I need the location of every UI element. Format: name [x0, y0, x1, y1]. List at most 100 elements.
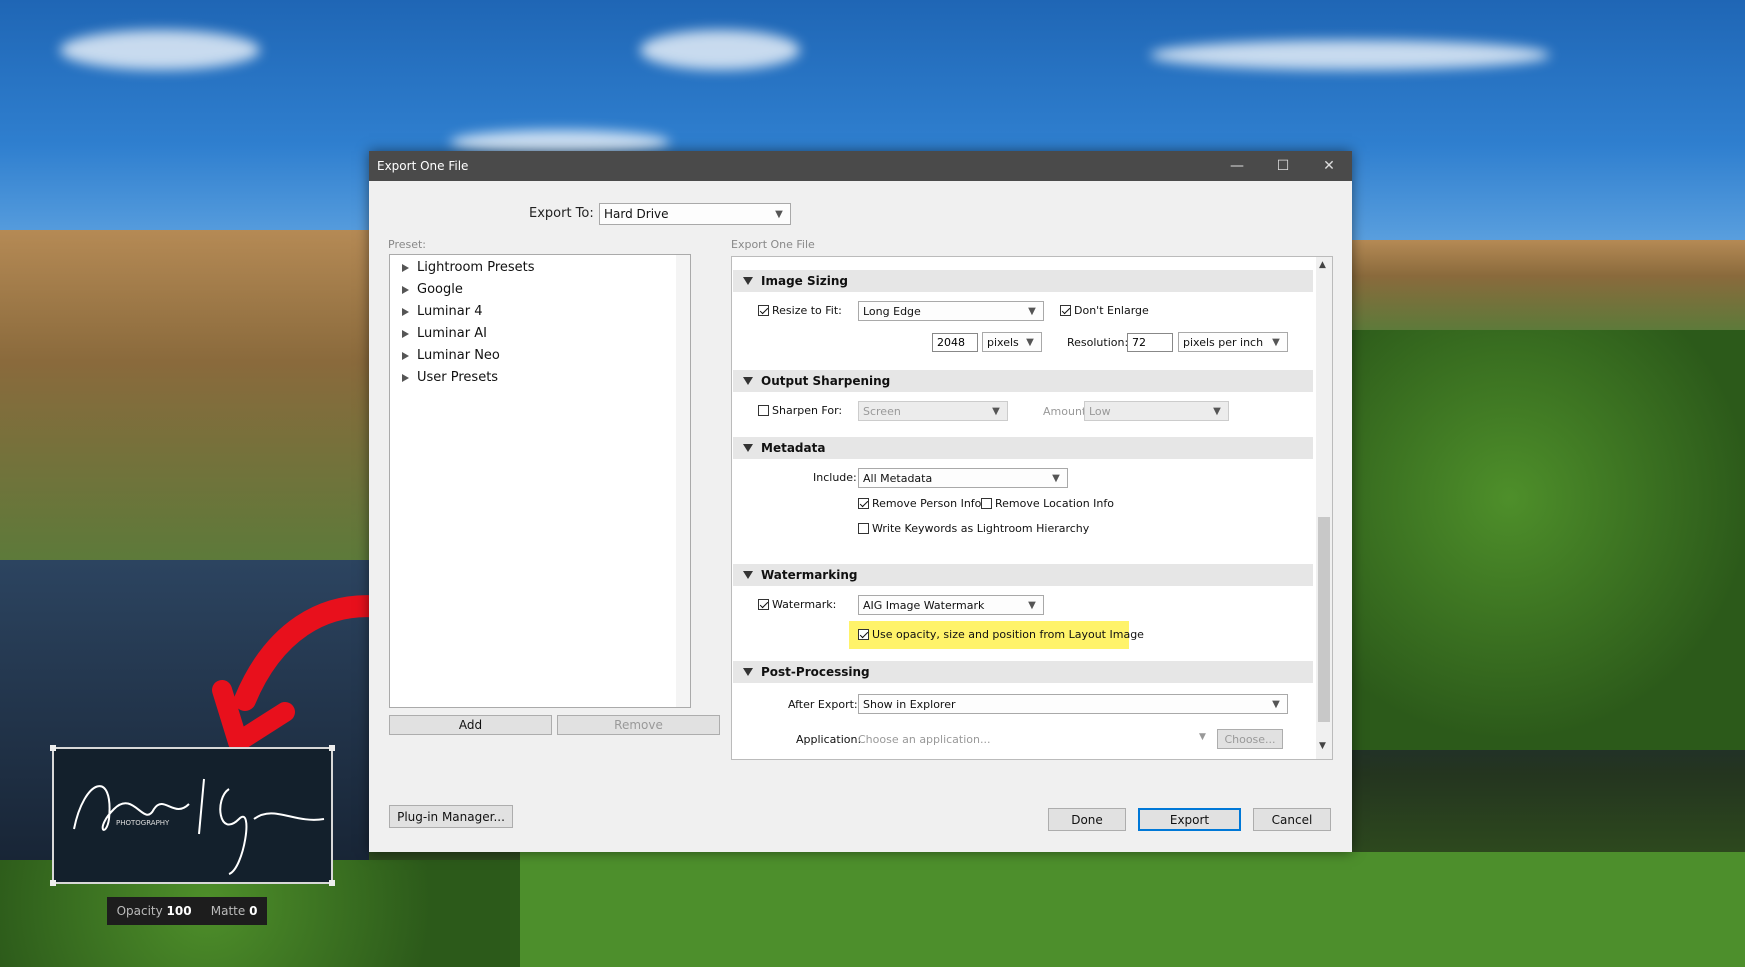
select-value: Low [1089, 404, 1111, 418]
settings-scrollbar[interactable]: ▲ ▼ [1316, 257, 1332, 759]
opacity-matte-bar: Opacity 100 Matte 0 [107, 897, 267, 925]
collapse-icon [743, 277, 753, 285]
checkbox-box [1060, 305, 1071, 316]
chevron-down-icon: ▼ [1272, 698, 1280, 710]
section-title: Post-Processing [761, 665, 870, 679]
scroll-down-icon[interactable]: ▼ [1319, 741, 1326, 751]
scroll-thumb[interactable] [1318, 517, 1330, 722]
done-button[interactable]: Done [1048, 808, 1126, 831]
add-preset-button[interactable]: Add [389, 715, 552, 735]
checkbox-label: Sharpen For: [772, 404, 843, 417]
checkbox-box [758, 599, 769, 610]
checkbox-box [758, 305, 769, 316]
include-label: Include: [813, 471, 857, 484]
preset-item[interactable]: Luminar Neo [402, 348, 500, 363]
use-layout-image-checkbox[interactable]: Use opacity, size and position from Layo… [858, 628, 1144, 641]
section-title: Metadata [761, 441, 826, 455]
select-value: Screen [863, 404, 901, 418]
preset-label: Luminar Neo [417, 348, 500, 363]
application-placeholder[interactable]: Choose an application... [858, 733, 990, 746]
remove-location-info-checkbox[interactable]: Remove Location Info [981, 497, 1114, 510]
section-output-sharpening[interactable]: Output Sharpening [733, 370, 1313, 392]
export-to-label: Export To: [529, 206, 594, 221]
panel-label: Export One File [731, 238, 815, 251]
export-to-value: Hard Drive [604, 207, 669, 221]
cancel-button[interactable]: Cancel [1253, 808, 1331, 831]
watermark-select[interactable]: AIG Image Watermark ▼ [858, 595, 1044, 615]
export-button[interactable]: Export [1138, 808, 1241, 831]
chevron-down-icon: ▼ [1028, 305, 1036, 317]
expand-icon [402, 373, 409, 382]
choose-application-button[interactable]: Choose... [1217, 729, 1283, 749]
opacity-readout: Opacity 100 [116, 904, 192, 918]
checkbox-box [758, 405, 769, 416]
resolution-unit-select[interactable]: pixels per inch ▼ [1178, 332, 1288, 352]
section-image-sizing[interactable]: Image Sizing [733, 270, 1313, 292]
section-metadata[interactable]: Metadata [733, 437, 1313, 459]
checkbox-label: Don't Enlarge [1074, 304, 1149, 317]
scroll-up-icon[interactable]: ▲ [1319, 260, 1326, 270]
section-watermarking[interactable]: Watermarking [733, 564, 1313, 586]
preset-label: Luminar AI [417, 326, 487, 341]
collapse-icon [743, 377, 753, 385]
resolution-label: Resolution: [1067, 336, 1129, 349]
plugin-manager-button[interactable]: Plug-in Manager... [389, 805, 513, 828]
chevron-down-icon: ▼ [1199, 732, 1206, 742]
chevron-down-icon: ▼ [1052, 472, 1060, 484]
preset-item[interactable]: Lightroom Presets [402, 260, 535, 275]
chevron-down-icon: ▼ [775, 208, 783, 220]
checkbox-label: Remove Location Info [995, 497, 1114, 510]
amount-label: Amount: [1043, 405, 1090, 418]
include-select[interactable]: All Metadata ▼ [858, 468, 1068, 488]
checkbox-label: Watermark: [772, 598, 837, 611]
preset-label: Luminar 4 [417, 304, 483, 319]
section-title: Output Sharpening [761, 374, 891, 388]
after-export-select[interactable]: Show in Explorer ▼ [858, 694, 1288, 714]
remove-preset-button[interactable]: Remove [557, 715, 720, 735]
svg-text:PHOTOGRAPHY: PHOTOGRAPHY [116, 819, 170, 827]
export-to-select[interactable]: Hard Drive ▼ [599, 203, 791, 225]
sharpen-for-select[interactable]: Screen ▼ [858, 401, 1008, 421]
checkbox-label: Write Keywords as Lightroom Hierarchy [872, 522, 1090, 535]
preset-list: Lightroom Presets Google Luminar 4 Lumin… [389, 254, 691, 708]
resolution-input[interactable]: 72 [1127, 333, 1173, 352]
maximize-icon[interactable]: ☐ [1260, 151, 1306, 181]
resize-to-fit-checkbox[interactable]: Resize to Fit: [758, 304, 842, 317]
signature-logo: PHOTOGRAPHY [73, 778, 325, 875]
sharpen-for-checkbox[interactable]: Sharpen For: [758, 404, 842, 417]
minimize-icon[interactable]: — [1214, 151, 1260, 181]
select-value: AIG Image Watermark [863, 598, 985, 612]
resize-mode-select[interactable]: Long Edge ▼ [858, 301, 1044, 321]
after-export-label: After Export: [788, 698, 858, 711]
write-keywords-checkbox[interactable]: Write Keywords as Lightroom Hierarchy [858, 522, 1089, 535]
preset-scrollbar[interactable] [676, 255, 690, 707]
watermark-checkbox[interactable]: Watermark: [758, 598, 836, 611]
chevron-down-icon: ▼ [992, 405, 1000, 417]
expand-icon [402, 307, 409, 316]
checkbox-box [858, 629, 869, 640]
section-post-processing[interactable]: Post-Processing [733, 661, 1313, 683]
collapse-icon [743, 668, 753, 676]
expand-icon [402, 351, 409, 360]
preset-item[interactable]: User Presets [402, 370, 498, 385]
chevron-down-icon: ▼ [1028, 599, 1036, 611]
application-label: Application: [796, 733, 862, 746]
preset-label: User Presets [417, 370, 499, 385]
dont-enlarge-checkbox[interactable]: Don't Enlarge [1060, 304, 1149, 317]
expand-icon [402, 329, 409, 338]
preset-item[interactable]: Luminar AI [402, 326, 487, 341]
select-value: All Metadata [863, 471, 933, 485]
checkbox-box [858, 498, 869, 509]
dialog-title: Export One File [377, 159, 469, 173]
size-unit-select[interactable]: pixels ▼ [982, 332, 1042, 352]
preset-item[interactable]: Google [402, 282, 463, 297]
size-input[interactable]: 2048 [932, 333, 978, 352]
close-icon[interactable]: ✕ [1306, 151, 1352, 181]
checkbox-box [858, 523, 869, 534]
section-title: Image Sizing [761, 274, 848, 288]
preset-label: Preset: [388, 238, 427, 251]
remove-person-info-checkbox[interactable]: Remove Person Info [858, 497, 981, 510]
amount-select[interactable]: Low ▼ [1084, 401, 1229, 421]
preset-item[interactable]: Luminar 4 [402, 304, 482, 319]
dialog-titlebar: Export One File — ☐ ✕ [369, 151, 1352, 181]
